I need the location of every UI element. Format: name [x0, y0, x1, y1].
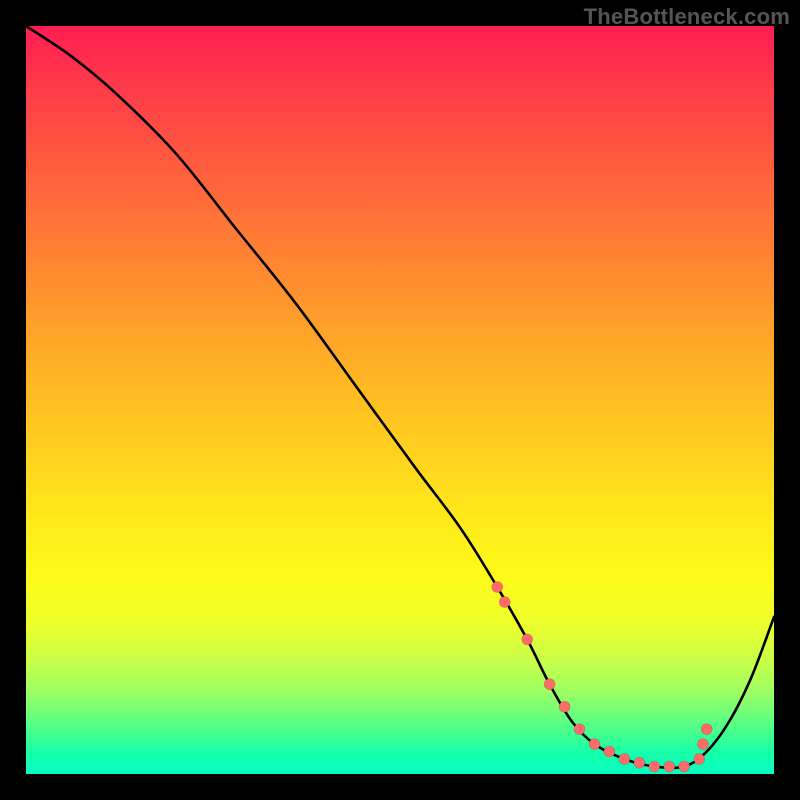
- marker-dot: [701, 724, 712, 735]
- watermark-text: TheBottleneck.com: [584, 4, 790, 30]
- marker-dot: [544, 679, 555, 690]
- marker-dot: [634, 757, 645, 768]
- marker-dot: [664, 761, 675, 772]
- highlight-markers: [492, 582, 713, 773]
- marker-dot: [559, 701, 570, 712]
- marker-dot: [499, 597, 510, 608]
- marker-dot: [619, 754, 630, 765]
- marker-dot: [679, 761, 690, 772]
- marker-dot: [522, 634, 533, 645]
- marker-dot: [694, 754, 705, 765]
- marker-dot: [589, 739, 600, 750]
- bottleneck-curve-path: [26, 26, 774, 768]
- marker-dot: [492, 582, 503, 593]
- chart-frame: TheBottleneck.com: [0, 0, 800, 800]
- marker-dot: [604, 746, 615, 757]
- plot-area: [26, 26, 774, 774]
- chart-svg: [26, 26, 774, 774]
- marker-dot: [697, 739, 708, 750]
- marker-dot: [574, 724, 585, 735]
- marker-dot: [649, 761, 660, 772]
